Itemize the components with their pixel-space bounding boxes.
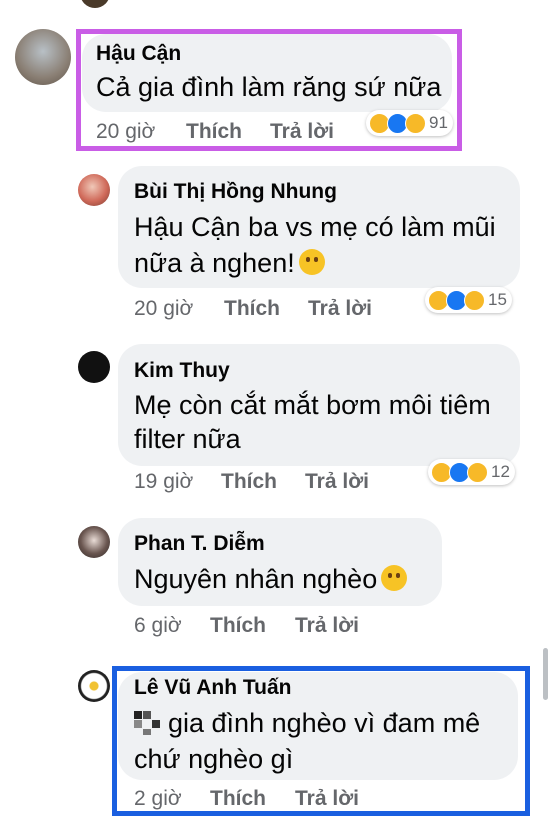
comment-time[interactable]: 20 giờ (134, 297, 193, 321)
highlight-frame-blue (112, 666, 530, 816)
comment-text: filter nữa (134, 424, 241, 454)
avatar[interactable] (78, 174, 110, 206)
scrollbar[interactable] (543, 648, 548, 700)
like-button[interactable]: Thích (221, 470, 277, 494)
reply-button[interactable]: Trả lời (305, 470, 369, 494)
sad-icon (467, 461, 488, 483)
comment-text-line: nữa à nghen! (134, 248, 295, 278)
like-button[interactable]: Thích (224, 297, 280, 321)
sad-icon (464, 289, 485, 311)
comment-time[interactable]: 6 giờ (134, 614, 182, 638)
avatar[interactable] (78, 351, 110, 383)
like-button[interactable]: Thích (210, 614, 266, 638)
comment-text-line: Nguyên nhân nghèo (134, 564, 378, 594)
comment-text: Hậu Cận ba vs mẹ có làm mũi (134, 212, 496, 242)
reaction-summary[interactable]: 12 (428, 459, 515, 485)
previous-comment-avatar[interactable] (80, 0, 110, 8)
avatar[interactable] (15, 29, 71, 85)
reaction-summary[interactable]: 15 (425, 287, 512, 313)
grinning-sweat-emoji-icon (381, 565, 408, 591)
commenter-name[interactable]: Phan T. Diễm (134, 532, 265, 556)
avatar[interactable] (78, 526, 110, 558)
commenter-name[interactable]: Kim Thuy (134, 359, 230, 383)
commenter-name[interactable]: Bùi Thị Hồng Nhung (134, 180, 337, 204)
comment-text: Nguyên nhân nghèo (134, 562, 408, 596)
highlight-frame-purple (76, 29, 462, 151)
comment-time[interactable]: 19 giờ (134, 470, 193, 494)
avatar[interactable] (78, 670, 110, 702)
comment-text: Mẹ còn cắt mắt bơm môi tiêm (134, 390, 491, 420)
reaction-count: 15 (488, 290, 507, 309)
reply-button[interactable]: Trả lời (295, 614, 359, 638)
comment-text: nữa à nghen! (134, 246, 325, 280)
reply-button[interactable]: Trả lời (308, 297, 372, 321)
reaction-count: 12 (491, 462, 510, 481)
rolling-laughing-emoji-icon (298, 249, 325, 275)
